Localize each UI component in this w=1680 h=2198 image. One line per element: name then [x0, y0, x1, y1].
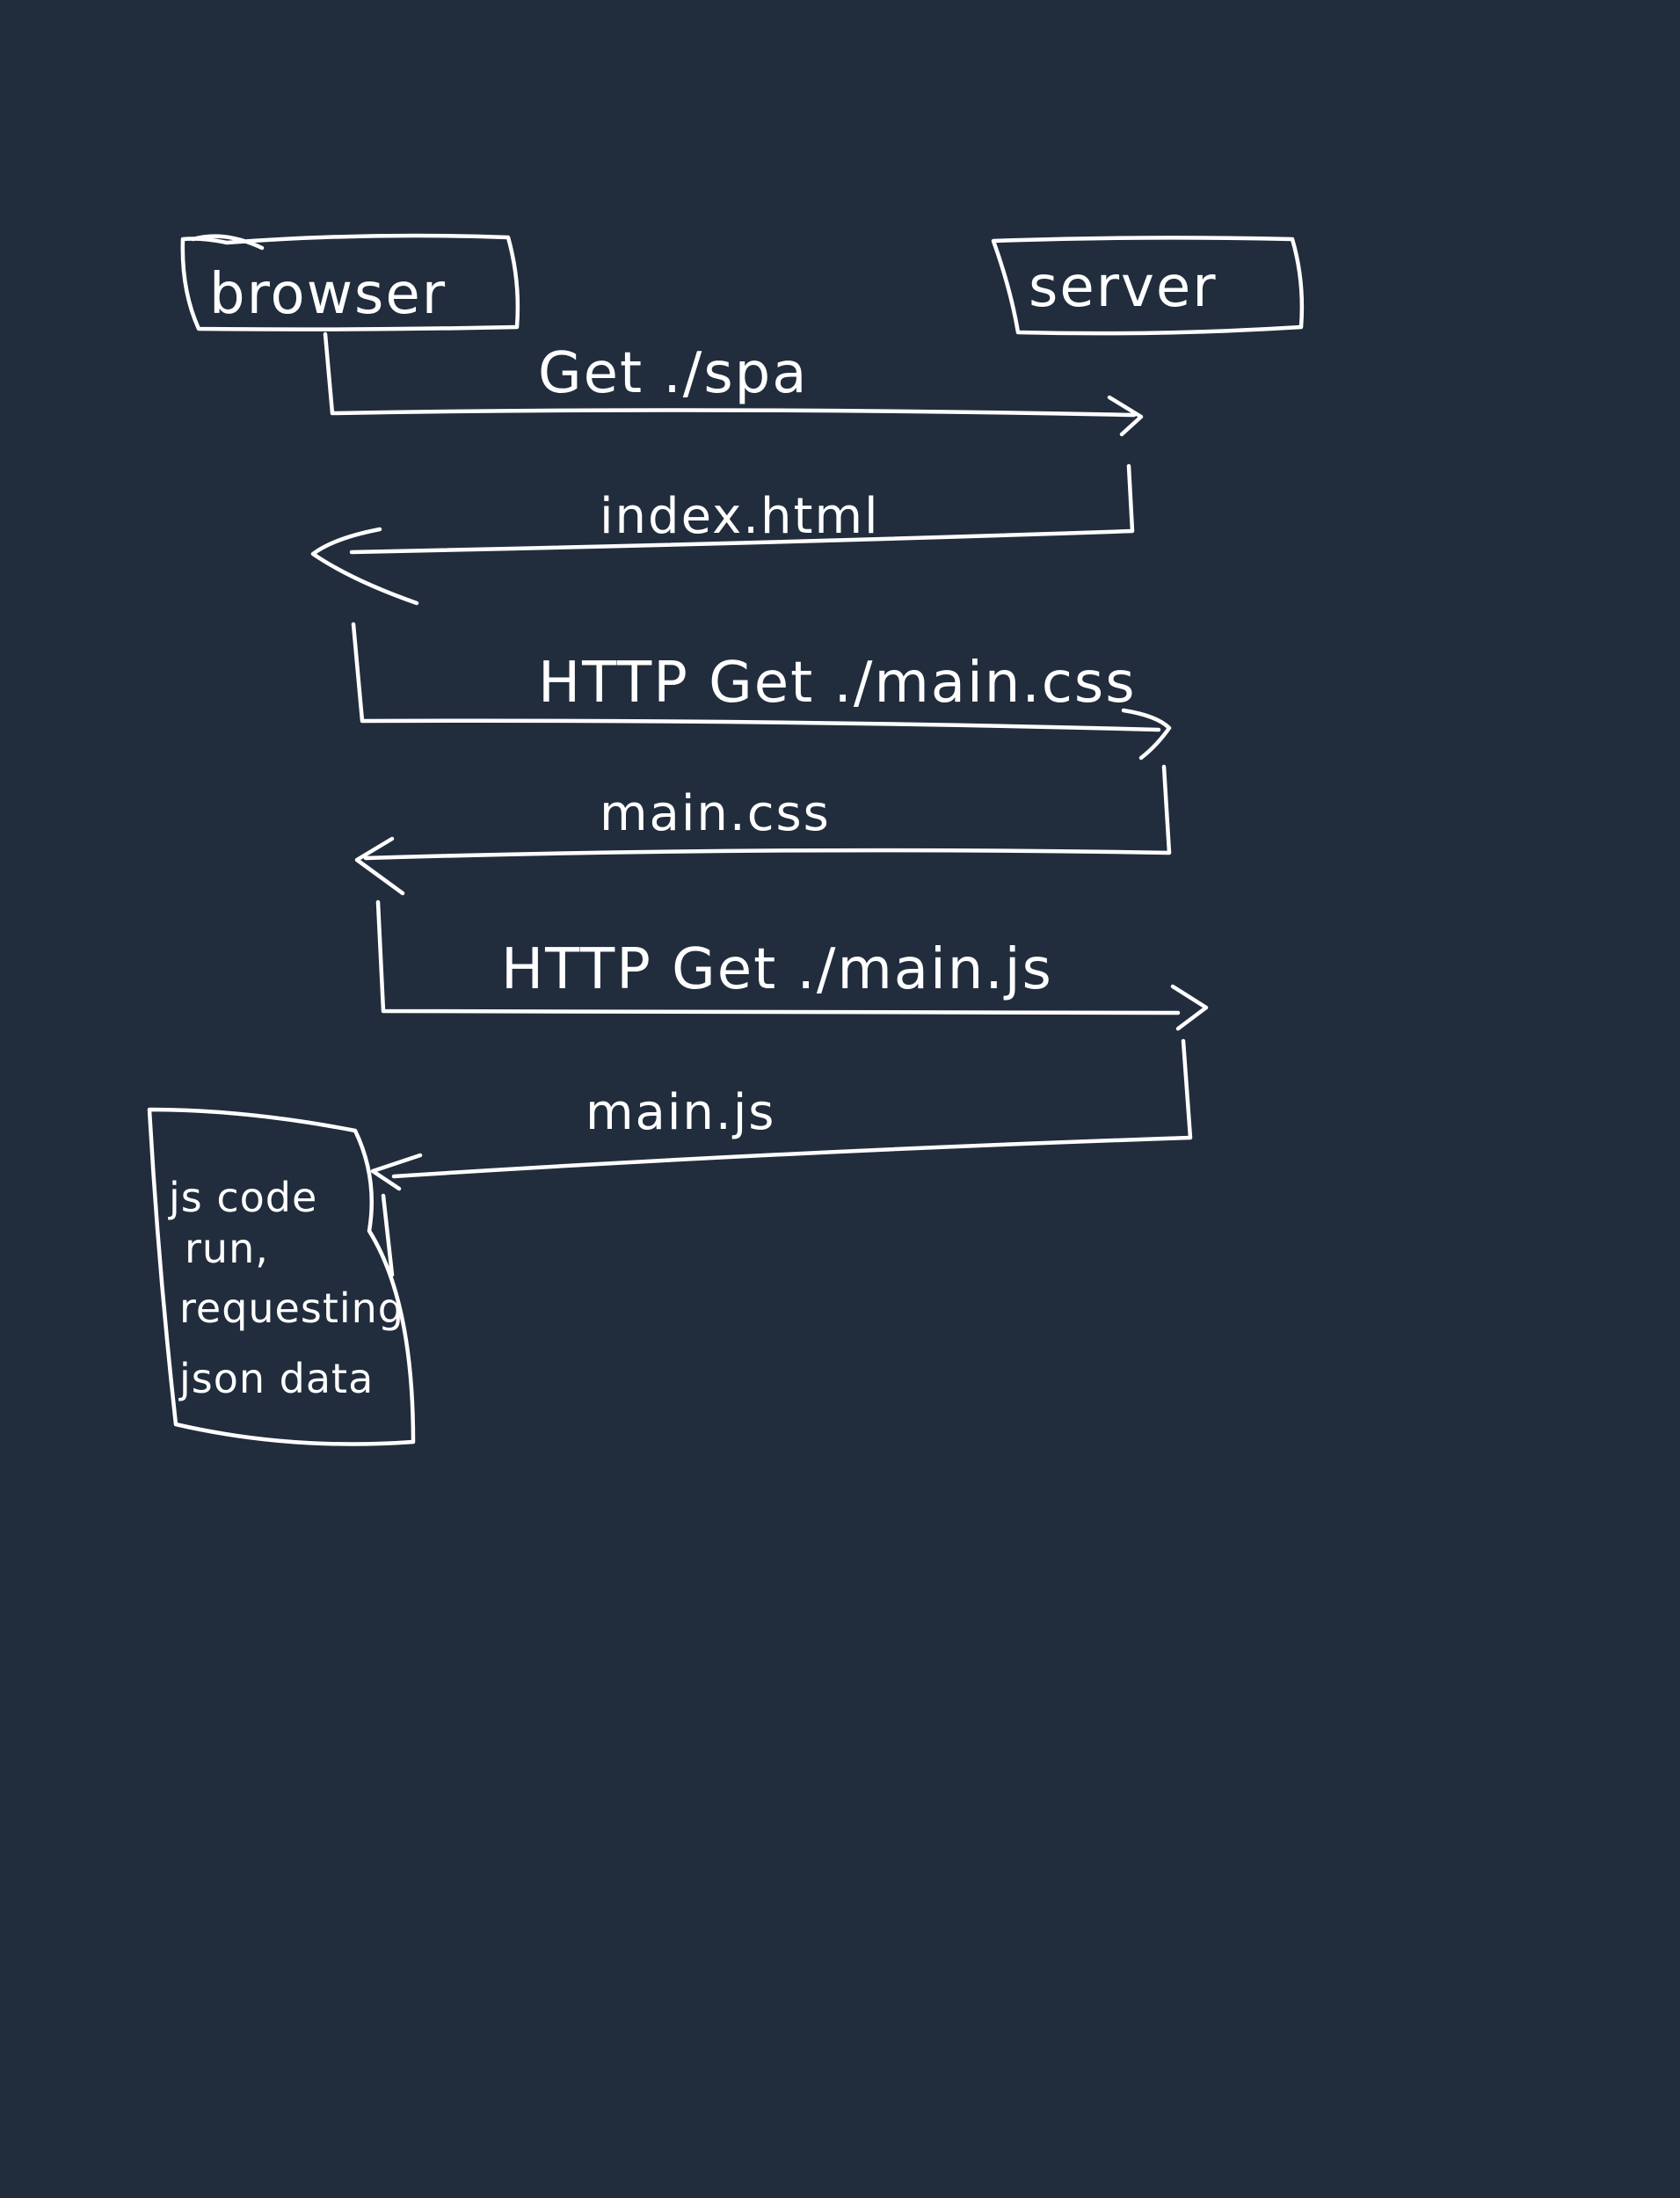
sequence-diagram: browser server Get ./spa index.html HTTP… — [147, 233, 1305, 1446]
note-line-1: js code — [168, 1174, 317, 1221]
browser-participant: browser — [180, 233, 520, 331]
note-line-3: requesting — [179, 1285, 404, 1332]
message-get-main-css: HTTP Get ./main.css — [351, 622, 1172, 761]
message-label-spa: Get ./spa — [538, 341, 809, 406]
message-label-js: HTTP Get ./main.js — [501, 937, 1053, 1002]
js-run-note: js code run, requesting json data — [147, 1107, 416, 1446]
server-label: server — [1029, 255, 1218, 320]
message-main-js: main.js — [370, 1038, 1193, 1191]
message-label-index: index.html — [600, 488, 880, 545]
message-get-spa: Get ./spa — [323, 331, 1144, 437]
note-line-4: json data — [178, 1355, 374, 1402]
server-participant: server — [991, 236, 1305, 336]
message-label-main-js: main.js — [585, 1084, 775, 1141]
message-label-main-css: main.css — [600, 785, 831, 842]
browser-label: browser — [209, 262, 447, 327]
whiteboard-canvas: browser server Get ./spa index.html HTTP… — [0, 0, 1680, 2198]
message-label-css: HTTP Get ./main.css — [538, 651, 1137, 716]
message-get-main-js: HTTP Get ./main.js — [375, 899, 1209, 1031]
response-arrow-js — [370, 1038, 1193, 1191]
message-index-html: index.html — [310, 463, 1135, 606]
message-main-css: main.css — [354, 764, 1172, 896]
note-line-2: run, — [185, 1225, 269, 1272]
